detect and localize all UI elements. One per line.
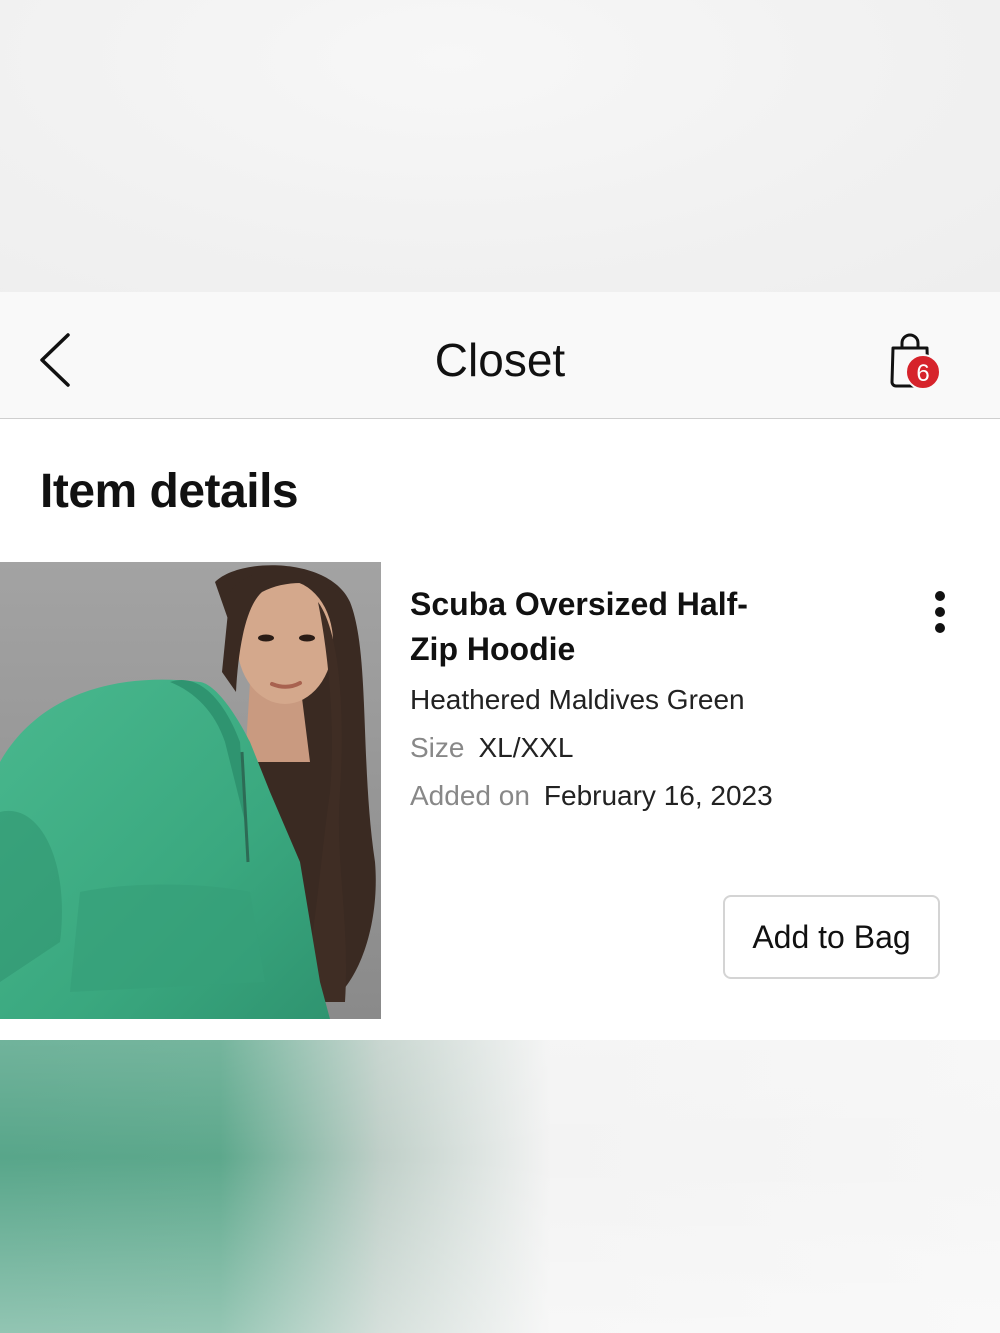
navigation-bar: Closet 6	[0, 292, 1000, 419]
added-on-label: Added on	[410, 780, 530, 811]
product-color: Heathered Maldives Green	[410, 684, 745, 715]
section-title: Item details	[40, 465, 299, 518]
product-image[interactable]	[0, 562, 381, 1019]
blurred-background-bottom	[0, 1040, 1000, 1333]
blurred-background-top	[0, 0, 1000, 292]
size-value: XL/XXL	[478, 732, 574, 763]
added-on-row: Added on February 16, 2023	[410, 778, 773, 814]
product-name[interactable]: Scuba Oversized Half-Zip Hoodie	[410, 582, 790, 672]
product-photo	[0, 562, 381, 1019]
bag-count-badge: 6	[905, 354, 941, 390]
added-on-value: February 16, 2023	[543, 780, 773, 811]
size-label: Size	[410, 732, 465, 763]
shopping-bag-button[interactable]: 6	[886, 332, 946, 392]
add-to-bag-button[interactable]: Add to Bag	[723, 895, 940, 979]
page-title: Closet	[434, 334, 566, 386]
size-row: Size XL/XXL	[410, 730, 573, 766]
more-options-button[interactable]	[922, 588, 958, 636]
more-vertical-icon	[935, 591, 945, 633]
